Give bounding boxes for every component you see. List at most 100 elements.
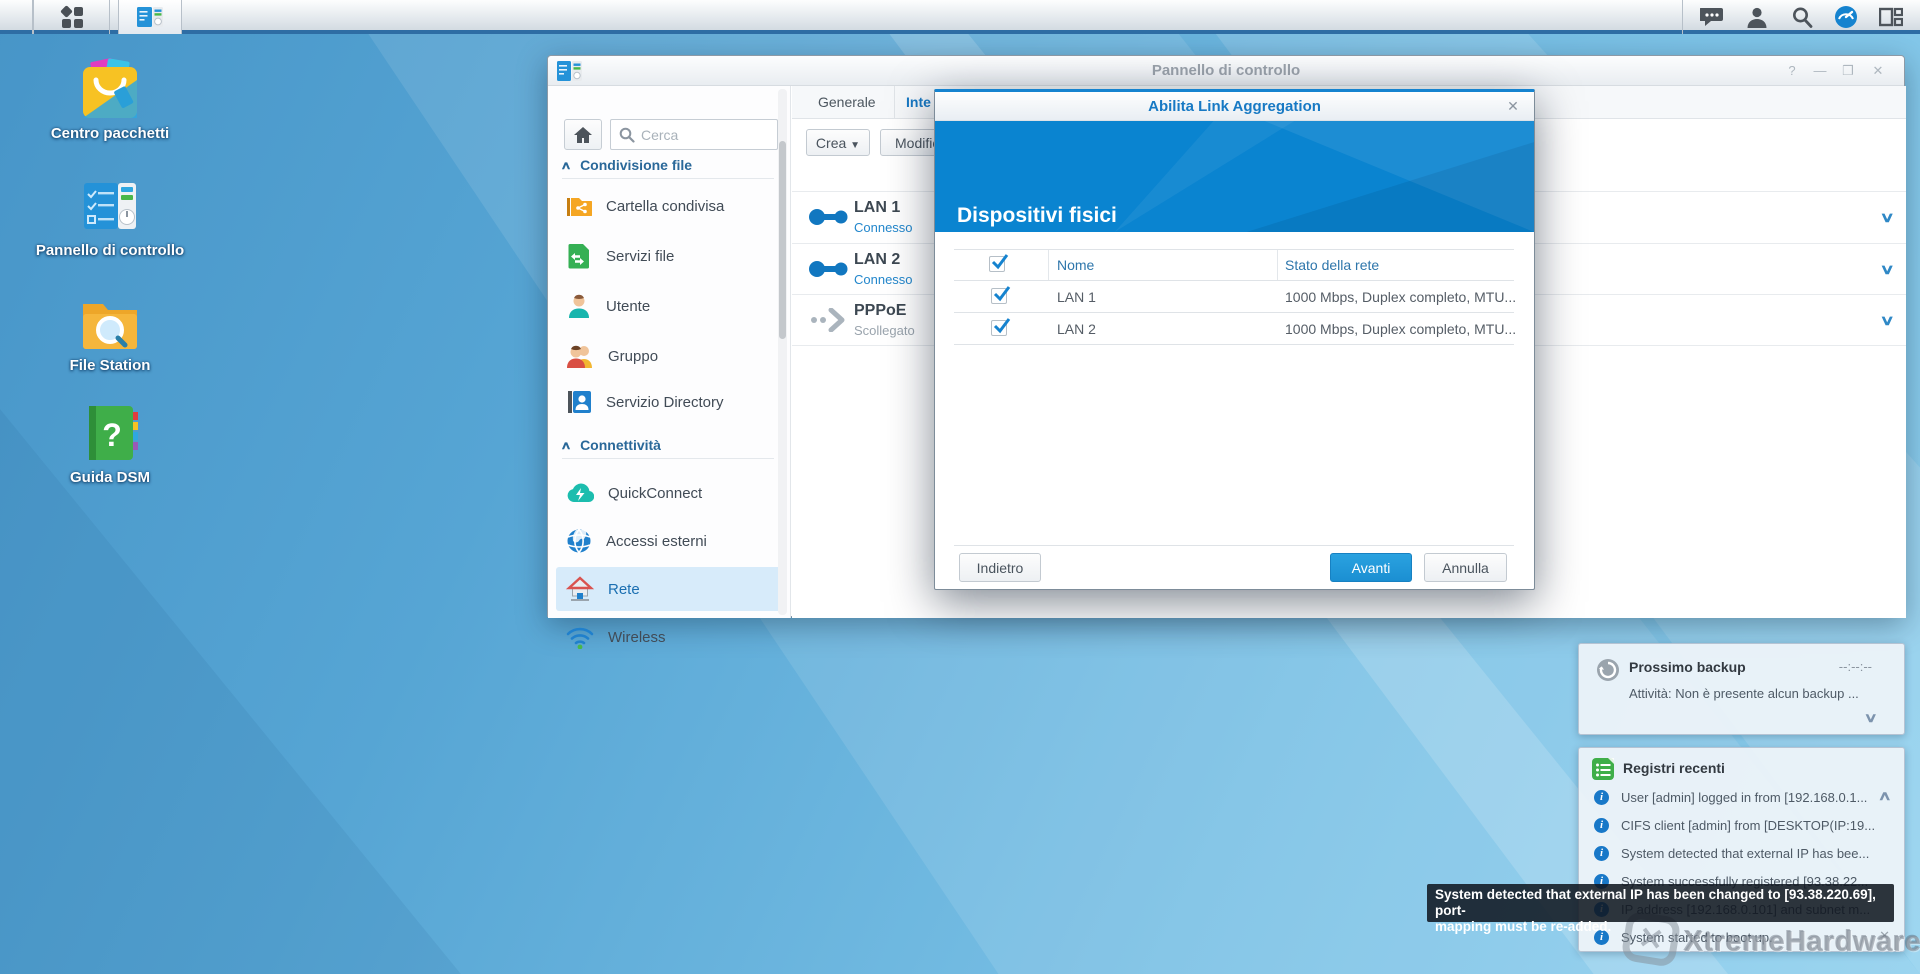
show-widgets-button[interactable] [1878,5,1904,29]
cancel-button[interactable]: Annulla [1424,553,1507,582]
dialog-step-title: Dispositivi fisici [957,204,1117,228]
chevron-down-icon[interactable]: ∨ [1879,209,1894,226]
search-icon [619,127,635,143]
desktop-icon-file-station[interactable]: File Station [35,290,185,375]
interface-status: Scollegato [854,323,915,338]
log-entry[interactable]: i System detected that external IP has b… [1594,841,1891,865]
backup-activity: Attività: Non è presente alcun backup ..… [1629,686,1859,701]
table-border [954,280,1514,281]
device-checkbox[interactable] [991,320,1007,336]
notifications-button[interactable] [1699,5,1725,29]
log-entry[interactable]: i User [admin] logged in from [192.168.0… [1594,785,1891,809]
check-icon [993,285,1011,303]
logs-icon [1591,757,1615,781]
dsm-help-icon: ? [79,402,141,464]
control-panel-icon [137,7,163,27]
sidebar-search[interactable] [610,119,778,150]
control-panel-icon [557,61,582,81]
search-button[interactable] [1789,5,1815,29]
desktop-icon-control-panel[interactable]: Pannello di controllo [35,175,185,260]
tooltip-line2: mapping must be re-added. [1435,919,1886,935]
sidebar-item-label: Gruppo [608,348,658,365]
sidebar-item-group[interactable]: Gruppo [556,334,784,378]
user-icon [1746,6,1768,28]
column-header-name[interactable]: Nome [1057,257,1094,273]
device-checkbox[interactable] [991,288,1007,304]
log-tooltip: System detected that external IP has bee… [1427,884,1894,922]
sidebar-item-user[interactable]: Utente [556,284,784,328]
section-header-connectivity[interactable]: ∧ Connettività [562,434,777,456]
chevron-down-icon[interactable]: ∨ [1879,261,1894,278]
maximize-icon[interactable]: ❒ [1836,56,1860,86]
device-name: LAN 1 [1057,289,1096,305]
help-icon[interactable]: ? [1780,56,1804,86]
search-input[interactable] [641,127,761,143]
gauge-icon [1834,5,1858,29]
apps-grid-icon [61,6,83,28]
taskbar-control-panel-button[interactable] [118,0,182,34]
interface-name: PPPoE [854,302,915,320]
column-divider [1277,250,1278,280]
dialog-titlebar: Abilita Link Aggregation ✕ [935,92,1534,121]
user-icon [566,293,592,319]
desktop-icon-package-center[interactable]: Centro pacchetti [35,58,185,143]
check-icon [993,317,1011,335]
taskbar [0,0,1920,34]
widget-title: Registri recenti [1623,760,1725,776]
sidebar-item-directory-service[interactable]: Servizio Directory [556,380,784,424]
sidebar-item-label: Servizi file [606,248,674,265]
sidebar-item-external-access[interactable]: Accessi esterni [556,519,784,563]
group-icon [566,343,594,369]
log-text: System detected that external IP has bee… [1621,846,1869,861]
chevron-down-icon[interactable]: ∨ [1879,312,1894,329]
pppoe-disconnected-icon [808,308,854,332]
sidebar-item-wireless[interactable]: Wireless [556,615,784,659]
next-button[interactable]: Avanti [1330,553,1412,582]
column-header-status[interactable]: Stato della rete [1285,257,1379,273]
create-label: Crea [816,135,846,151]
close-icon[interactable]: ✕ [1502,92,1524,121]
home-button[interactable] [564,119,602,150]
desktop-icon-label: File Station [35,357,185,375]
quickconnect-icon [566,481,594,505]
user-menu-button[interactable] [1744,5,1770,29]
log-entry[interactable]: i CIFS client [admin] from [DESKTOP(IP:1… [1594,813,1891,837]
tab-general[interactable]: Generale [800,86,895,118]
log-text: User [admin] logged in from [192.168.0.1… [1621,790,1867,805]
main-menu-button[interactable] [33,0,110,34]
scrollbar-thumb[interactable] [779,141,786,339]
chevron-up-icon[interactable]: ∧ [1878,788,1892,804]
taskbar-divider [1682,0,1683,34]
minimize-icon[interactable]: — [1808,56,1832,86]
window-title: Pannello di controllo [548,56,1904,86]
device-status: 1000 Mbps, Duplex completo, MTU... [1285,321,1516,337]
desktop-icon-dsm-help[interactable]: ? Guida DSM [35,402,185,487]
desktop-icon-label: Pannello di controllo [35,242,185,260]
interface-status: Connesso [854,272,913,287]
sidebar-item-network[interactable]: Rete [556,567,784,611]
sidebar-item-quickconnect[interactable]: QuickConnect [556,471,784,515]
create-button[interactable]: Crea ▼ [806,129,870,156]
chevron-down-icon[interactable]: ∨ [1864,710,1878,726]
select-all-checkbox[interactable] [989,256,1005,272]
footer-divider [954,545,1514,546]
chevron-up-icon: ∧ [560,159,571,172]
sidebar-item-shared-folder[interactable]: Cartella condivisa [556,184,784,228]
sidebar-item-label: Utente [606,298,650,315]
sidebar-item-label: Rete [608,581,640,598]
lan-connected-icon [808,258,854,280]
window-titlebar[interactable]: Pannello di controllo ? — ❒ ✕ [548,56,1904,86]
section-label: Connettività [580,437,661,453]
close-icon[interactable]: ✕ [1866,56,1890,86]
info-icon: i [1594,846,1609,861]
check-icon [991,253,1009,271]
sidebar-item-file-services[interactable]: Servizi file [556,234,784,278]
file-services-icon [566,243,592,269]
resource-monitor-button[interactable] [1833,5,1859,29]
back-button[interactable]: Indietro [959,553,1041,582]
section-header-file-sharing[interactable]: ∧ Condivisione file [562,154,777,176]
control-panel-icon [79,175,141,237]
shared-folder-icon [566,194,592,218]
widget-title: Prossimo backup [1629,659,1746,675]
wifi-icon [566,625,594,649]
